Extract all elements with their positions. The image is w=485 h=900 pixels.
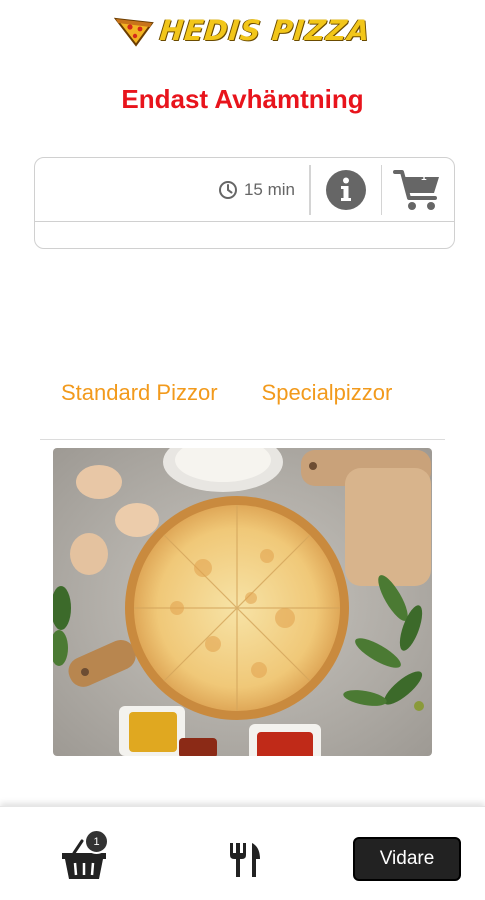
tab-standard-pizzor[interactable]: Standard Pizzor xyxy=(61,376,218,439)
pizza-photo xyxy=(53,448,432,756)
info-card-top: 15 min 1 xyxy=(35,158,454,222)
clock-icon xyxy=(218,180,237,199)
delivery-time-label: 15 min xyxy=(243,179,295,199)
cart-button[interactable]: 1 xyxy=(382,158,454,222)
next-button[interactable]: Vidare xyxy=(353,837,461,881)
app-logo: HEDIS PIZZA xyxy=(0,8,485,52)
pizza-slice-icon xyxy=(114,17,155,47)
delivery-time: 15 min xyxy=(218,180,309,200)
tab-specialpizzor[interactable]: Specialpizzor xyxy=(262,376,393,439)
info-icon xyxy=(325,169,366,210)
shopping-cart-icon xyxy=(393,169,439,210)
category-tabs: Standard Pizzor Specialpizzor xyxy=(40,376,445,440)
cutlery-icon[interactable] xyxy=(228,841,262,879)
pickup-only-title: Endast Avhämtning xyxy=(121,84,364,114)
cart-count: 1 xyxy=(421,171,427,183)
info-card: 15 min 1 xyxy=(34,157,455,249)
bottom-navigation: 1 Vidare xyxy=(0,806,485,900)
info-button[interactable] xyxy=(311,158,381,222)
basket-count-badge: 1 xyxy=(84,829,109,854)
logo-text: HEDIS PIZZA xyxy=(158,13,373,47)
